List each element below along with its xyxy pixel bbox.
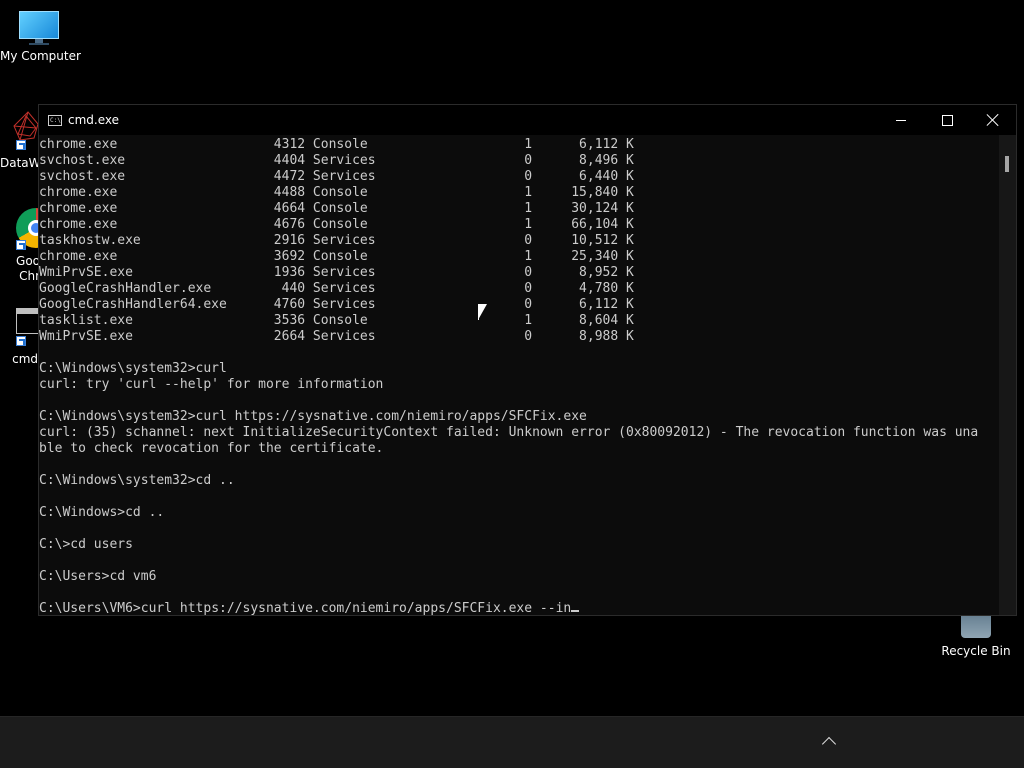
console-line: svchost.exe 4404 Services 0 8,496 K [39,153,634,168]
console-line: C:\>cd users [39,537,133,552]
console-line: chrome.exe 4488 Console 1 15,840 K [39,185,634,200]
minimize-button[interactable] [878,105,924,135]
console-line: ble to check revocation for the certific… [39,441,384,456]
scrollbar-thumb[interactable] [1005,156,1009,172]
console-line: chrome.exe 4312 Console 1 6,112 K [39,137,634,152]
monitor-icon [19,11,59,45]
shortcut-arrow-icon [16,240,26,250]
maximize-button[interactable] [924,105,970,135]
desktop-icon-label: My Computer [0,49,81,63]
close-icon [987,114,999,126]
text-cursor [571,610,580,612]
console-line: curl: try 'curl --help' for more informa… [39,377,384,392]
console-line: chrome.exe 3692 Console 1 25,340 K [39,249,634,264]
cmd-window[interactable]: C:\ cmd.exe chrome.exe 4312 Console 1 6,… [38,104,1017,616]
console-lines: chrome.exe 4312 Console 1 6,112 Ksvchost… [39,137,999,601]
console-line: tasklist.exe 3536 Console 1 8,604 K [39,313,634,328]
console-line: chrome.exe 4664 Console 1 30,124 K [39,201,634,216]
desktop-icon-label: Recycle Bin [941,644,1011,658]
console-input[interactable]: curl https://sysnative.com/niemiro/apps/… [141,601,571,615]
taskbar [0,716,1024,768]
window-title: cmd.exe [68,113,120,127]
console-output[interactable]: chrome.exe 4312 Console 1 6,112 Ksvchost… [39,137,999,615]
console-line: svchost.exe 4472 Services 0 6,440 K [39,169,634,184]
shortcut-arrow-icon [16,336,26,346]
console-line: C:\Windows\system32>curl [39,361,227,376]
minimize-icon [896,119,906,121]
console-line: WmiPrvSE.exe 2664 Services 0 8,988 K [39,329,634,344]
console-line: chrome.exe 4676 Console 1 66,104 K [39,217,634,232]
title-bar[interactable]: C:\ cmd.exe [39,105,1016,135]
console-prompt: C:\Users\VM6> [39,601,141,615]
console-line: GoogleCrashHandler64.exe 4760 Services 0… [39,297,634,312]
vertical-scrollbar[interactable] [999,135,1016,615]
desktop-icon-label: Goo [16,254,40,268]
console-line: curl: (35) schannel: next InitializeSecu… [39,425,979,440]
cmd-app-icon: C:\ [48,114,62,126]
maximize-icon [941,114,953,126]
console-line: GoogleCrashHandler.exe 440 Services 0 4,… [39,281,634,296]
desktop-icon-label: DataW [0,156,38,170]
mouse-pointer-icon [478,304,487,320]
console-line: C:\Windows\system32>curl https://sysnati… [39,409,587,424]
console-line: C:\Windows>cd .. [39,505,165,520]
console-line: WmiPrvSE.exe 1936 Services 0 8,952 K [39,265,634,280]
console-line: C:\Windows\system32>cd .. [39,473,235,488]
show-hidden-icons-chevron-up-icon[interactable] [821,736,837,752]
desktop-icon-cmd[interactable]: cmd [0,304,42,368]
close-button[interactable] [970,105,1016,135]
desktop-icon-my-computer[interactable]: My Computer [0,8,81,63]
desktop-icon-datawrapper[interactable]: DataW [0,108,38,172]
console-line: taskhostw.exe 2916 Services 0 10,512 K [39,233,634,248]
shortcut-arrow-icon [16,140,26,150]
console-input-line[interactable]: C:\Users\VM6>curl https://sysnative.com/… [39,601,999,615]
desktop-icon-label-line2: Chr [19,269,40,283]
console-line: C:\Users>cd vm6 [39,569,157,584]
desktop-icon-google-chrome[interactable]: Goo Chr [0,204,56,286]
desktop-icon-label: cmd [12,352,38,366]
